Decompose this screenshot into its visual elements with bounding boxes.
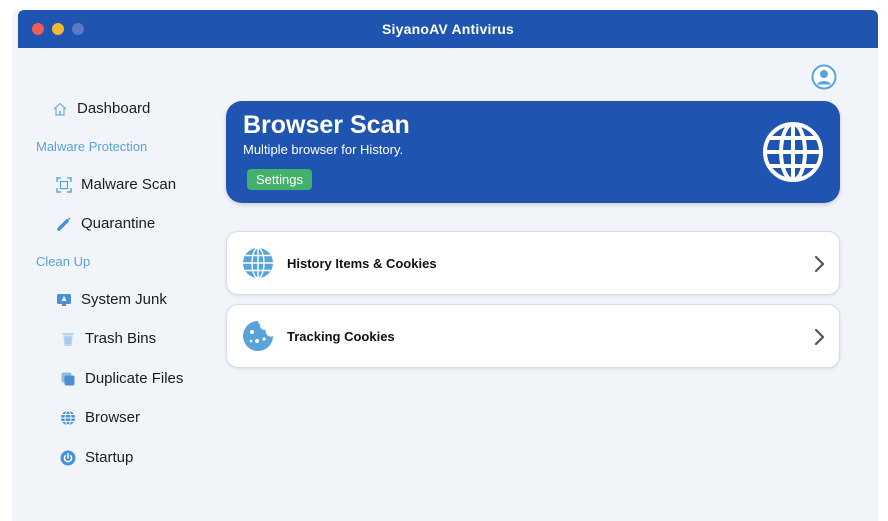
- option-tracking-cookies[interactable]: Tracking Cookies: [226, 304, 840, 368]
- syringe-icon: [56, 216, 72, 232]
- sidebar-item-label: Trash Bins: [85, 330, 157, 347]
- minimize-window-button[interactable]: [52, 23, 64, 35]
- sidebar-item-startup[interactable]: Startup: [60, 449, 133, 466]
- globe-icon: [60, 410, 76, 426]
- cookie-icon: [242, 320, 274, 352]
- sidebar-item-label: Browser: [85, 409, 141, 426]
- chevron-right-icon: [813, 255, 825, 273]
- home-icon: [52, 101, 68, 117]
- sidebar-item-label: Startup: [85, 449, 134, 466]
- sidebar-item-label: System Junk: [81, 291, 167, 308]
- sidebar: Dashboard Malware Protection Malware Sca…: [12, 48, 212, 518]
- sidebar-item-browser[interactable]: Browser: [60, 409, 140, 426]
- sidebar-item-label: Dashboard: [77, 100, 151, 117]
- sidebar-item-system-junk[interactable]: System Junk: [56, 291, 167, 308]
- window-title: SiyanoAV Antivirus: [382, 21, 514, 37]
- section-label-malware-protection: Malware Protection: [36, 139, 148, 154]
- option-history-items-cookies[interactable]: History Items & Cookies: [226, 231, 840, 295]
- settings-button[interactable]: Settings: [247, 169, 312, 190]
- title-bar[interactable]: SiyanoAV Antivirus: [18, 10, 878, 48]
- page-subtitle: Multiple browser for History.: [243, 142, 404, 157]
- trash-icon: [60, 331, 76, 347]
- globe-icon: [762, 121, 824, 183]
- sidebar-item-dashboard[interactable]: Dashboard: [52, 100, 150, 117]
- sidebar-item-duplicate-files[interactable]: Duplicate Files: [60, 370, 183, 387]
- user-icon[interactable]: [811, 64, 837, 90]
- monitor-icon: [56, 292, 72, 308]
- sidebar-item-trash-bins[interactable]: Trash Bins: [60, 330, 156, 347]
- option-label: History Items & Cookies: [287, 255, 437, 271]
- browser-scan-card: Browser Scan Multiple browser for Histor…: [226, 101, 840, 203]
- close-window-button[interactable]: [32, 23, 44, 35]
- sidebar-item-label: Malware Scan: [81, 176, 177, 193]
- sidebar-item-malware-scan[interactable]: Malware Scan: [56, 176, 176, 193]
- power-icon: [60, 450, 76, 466]
- page-title: Browser Scan: [243, 111, 410, 139]
- scan-icon: [56, 176, 72, 193]
- globe-icon: [242, 247, 274, 279]
- chevron-right-icon: [813, 328, 825, 346]
- sidebar-item-quarantine[interactable]: Quarantine: [56, 215, 155, 232]
- section-label-clean-up: Clean Up: [36, 254, 91, 269]
- sidebar-item-label: Quarantine: [81, 215, 156, 232]
- sidebar-item-label: Duplicate Files: [85, 370, 184, 387]
- app-window: SiyanoAV Antivirus Dashboard Malware Pro…: [12, 10, 878, 521]
- duplicate-icon: [60, 371, 76, 387]
- maximize-window-button[interactable]: [72, 23, 84, 35]
- option-label: Tracking Cookies: [287, 328, 395, 344]
- window-controls: [32, 23, 84, 35]
